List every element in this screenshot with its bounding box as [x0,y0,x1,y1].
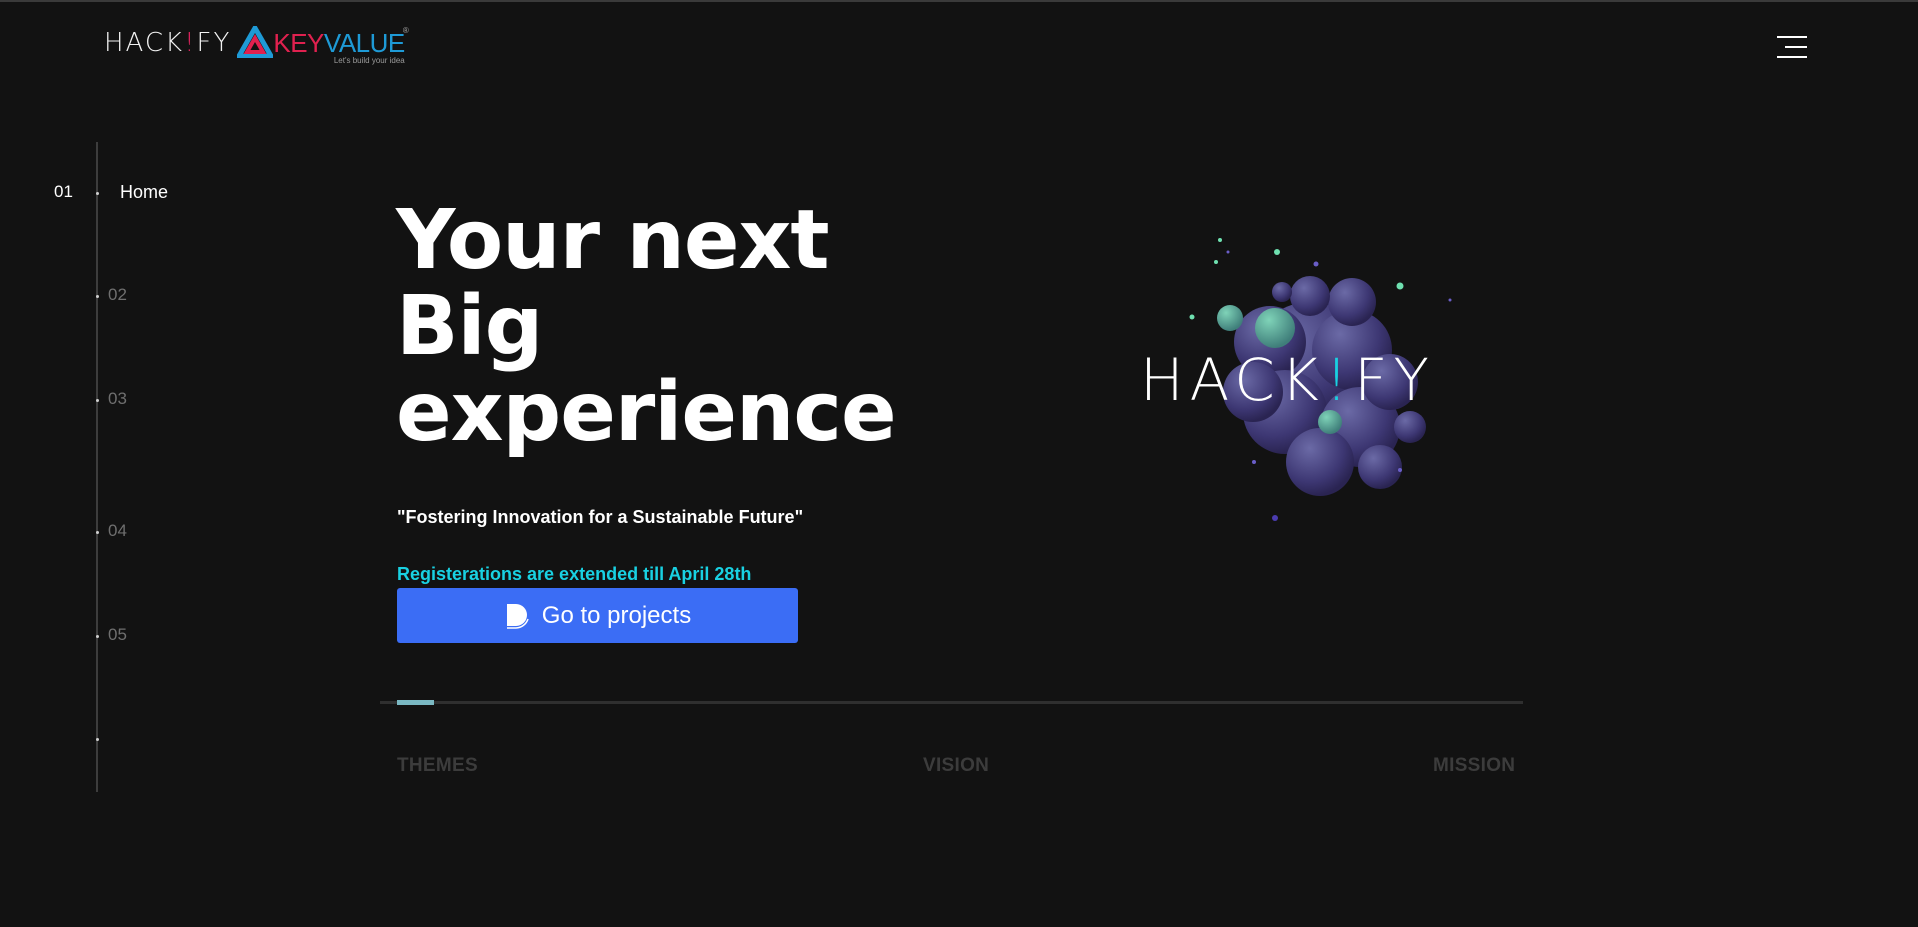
keyvalue-logo: KEYVALUE ® Let's build your idea [237,26,409,65]
tab-mission[interactable]: MISSION [1433,755,1515,777]
side-nav-item-02[interactable]: 02 [108,285,127,305]
menu-bar [1777,56,1807,58]
menu-bar [1785,46,1807,48]
hamburger-menu-icon[interactable] [1777,36,1807,58]
menu-bar [1777,36,1807,38]
side-nav-dot [96,399,99,402]
site-logo[interactable]: HACK!FY KEYVALUE ® Let's build your idea [104,26,409,70]
side-nav-item-05[interactable]: 05 [108,625,127,645]
hero-title-line: Big [396,279,543,374]
keyvalue-wordmark: KEYVALUE [273,28,405,58]
page: HACK!FY KEYVALUE ® Let's build your idea… [0,0,1918,927]
side-nav-track [96,142,98,792]
projects-icon [506,603,529,629]
side-nav-dot [96,531,99,534]
hero-title: Your next Big experience [396,193,897,460]
side-nav-item-04[interactable]: 04 [108,521,127,541]
side-nav-item-03[interactable]: 03 [108,389,127,409]
side-nav-dot [96,738,99,741]
side-nav-label-home[interactable]: Home [120,182,168,203]
hero-title-line: Your next [396,193,830,288]
side-nav-dot [96,635,99,638]
registered-mark: ® [402,26,409,35]
hackify-bubbles-illustration: HACK!FY [1140,238,1452,521]
side-nav-dot [96,295,99,298]
slide-progress-track [380,700,1523,705]
slide-progress-fill [397,700,434,705]
hero-title-line: experience [396,365,897,460]
tab-vision[interactable]: VISION [923,755,989,777]
hackify-logo-text: HACK!FY [104,28,232,58]
go-to-projects-label: Go to projects [541,601,692,629]
hackify-art-wordmark: HACK!FY [1140,346,1435,414]
go-to-projects-button[interactable]: Go to projects [397,588,798,643]
side-nav-dot [96,192,99,195]
keyvalue-triangle-icon [237,26,274,58]
logo-tagline: Let's build your idea [333,56,405,65]
side-nav-item-01[interactable]: 01 [54,182,73,202]
hero-quote: "Fostering Innovation for a Sustainable … [397,507,804,527]
tab-themes[interactable]: THEMES [397,755,478,777]
registration-note: Registerations are extended till April 2… [397,564,752,584]
